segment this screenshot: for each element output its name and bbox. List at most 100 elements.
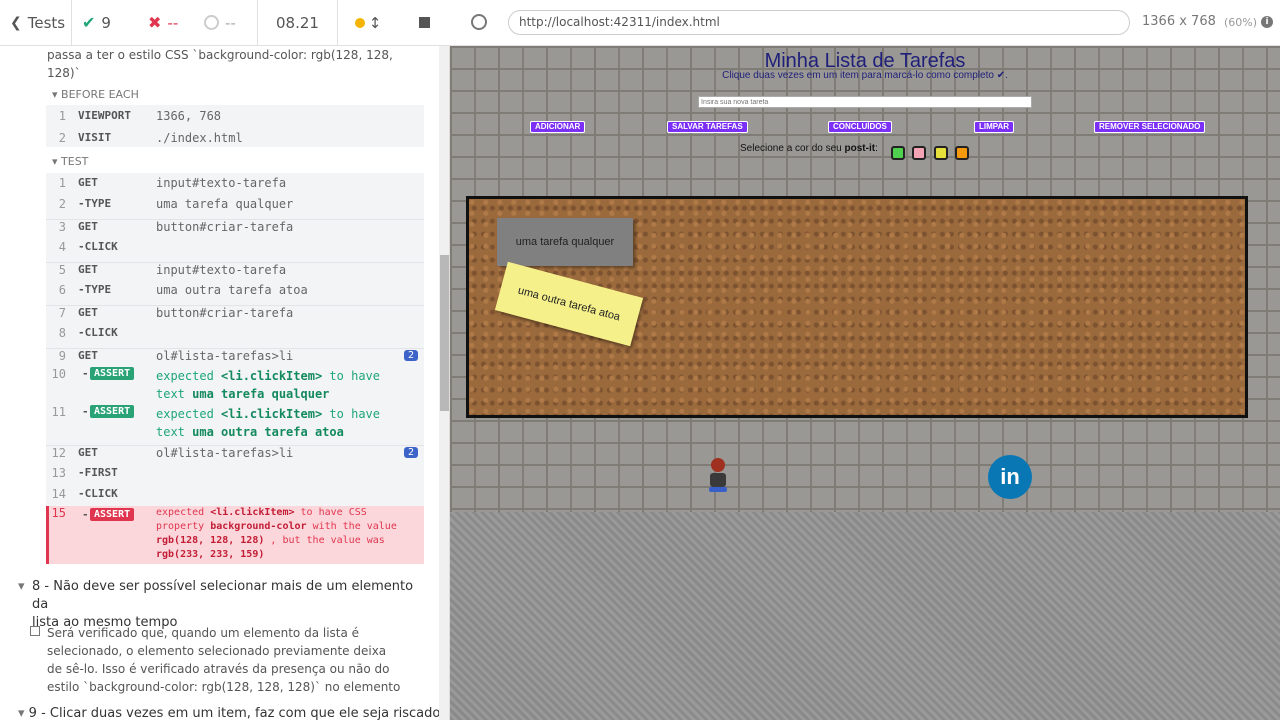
note-text: uma tarefa qualquer	[515, 236, 615, 248]
before-each-header[interactable]: ▾ BEFORE EACH	[52, 88, 139, 101]
character-avatar	[706, 458, 730, 494]
command-name: GET	[78, 220, 98, 233]
failed-count[interactable]: ✖ --	[138, 0, 194, 46]
command-row[interactable]: 7 GET button#criar-tarefa	[46, 305, 424, 323]
pending-count[interactable]: --	[194, 0, 258, 46]
command-name: GET	[78, 306, 98, 319]
add-task-button[interactable]: ADICIONAR	[530, 121, 586, 133]
url-field[interactable]: http://localhost:42311/index.html	[508, 10, 1130, 35]
linkedin-icon[interactable]: in	[988, 455, 1032, 499]
color-label-text: Selecione a cor do seu	[740, 143, 842, 154]
color-label-bold: post-it	[844, 143, 876, 154]
tests-back-button[interactable]: ❮ Tests	[0, 0, 72, 46]
save-tasks-button[interactable]: SALVAR TAREFAS	[667, 121, 748, 133]
completed-button[interactable]: CONCLUÍDOS	[828, 121, 892, 133]
assert-text: to have CSS	[300, 507, 367, 518]
passed-value: 9	[101, 13, 111, 32]
line-number: 14	[51, 487, 66, 501]
duration: 08.21	[258, 0, 338, 46]
command-name: -FIRST	[78, 466, 118, 479]
orange-swatch[interactable]	[955, 146, 969, 160]
command-row[interactable]: 14 -CLICK	[46, 487, 424, 505]
assert-text: expected	[156, 507, 205, 518]
post-it-note[interactable]: uma outra tarefa atoa	[494, 261, 644, 347]
command-row[interactable]: 6 -TYPE uma outra tarefa atoa	[46, 283, 424, 301]
duration-value: 08.21	[276, 13, 319, 32]
command-row[interactable]: 2 -TYPE uma tarefa qualquer	[46, 197, 424, 215]
command-row[interactable]: 12 GET ol#lista-tarefas>li 2	[46, 445, 424, 463]
assert-property: background-color	[210, 521, 307, 532]
assert-text: text	[156, 387, 185, 401]
command-arg: input#texto-tarefa	[156, 263, 287, 277]
assert-actual-value: rgb(233, 233, 159)	[156, 549, 265, 560]
test-header[interactable]: ▾ TEST	[52, 155, 88, 168]
previous-test-description: passa a ter o estilo CSS `background-col…	[47, 48, 393, 80]
task-input[interactable]	[698, 96, 1032, 108]
line-number: 4	[58, 240, 66, 254]
x-icon: ✖	[148, 13, 162, 32]
command-row[interactable]: 4 -CLICK	[46, 240, 424, 258]
command-arg: uma tarefa qualquer	[156, 197, 294, 211]
command-row[interactable]: 5 GET input#texto-tarefa	[46, 262, 424, 280]
test-item-9[interactable]: ▾ 9 - Clicar duas vezes em um item, faz …	[18, 706, 440, 720]
line-number: 13	[51, 466, 66, 480]
command-log: passa a ter o estilo CSS `background-col…	[0, 46, 440, 720]
assert-text: text	[156, 425, 185, 439]
line-number: 1	[58, 176, 66, 190]
line-number: 2	[58, 197, 66, 211]
command-row[interactable]: 1 GET input#texto-tarefa	[46, 176, 424, 194]
autoscroll-toggle[interactable]: ↕	[338, 0, 398, 46]
green-swatch[interactable]	[891, 146, 905, 160]
app-viewport: Minha Lista de Tarefas Clique duas vezes…	[450, 46, 1280, 720]
test-label: TEST	[61, 155, 89, 168]
pink-swatch[interactable]	[912, 146, 926, 160]
command-arg: ol#lista-tarefas>li	[156, 349, 294, 363]
assert-subject: <li.clickItem>	[221, 369, 323, 383]
before-each-block: 1 VIEWPORT 1366, 768 2 VISIT ./index.htm…	[46, 105, 424, 147]
command-row[interactable]: 2 VISIT ./index.html	[46, 131, 424, 149]
command-name: GET	[78, 349, 98, 362]
passed-count[interactable]: ✔ 9	[72, 0, 138, 46]
test8-description: Será verificado que, quando um elemento …	[47, 624, 427, 696]
command-row[interactable]: 1 VIEWPORT 1366, 768	[46, 109, 424, 127]
app-subtitle: Clique duas vezes em um item para marcá-…	[722, 70, 1008, 81]
assert-expected-value: rgb(128, 128, 128)	[156, 535, 265, 546]
line-number: 5	[58, 263, 66, 277]
pending-circle-icon	[204, 15, 219, 30]
assert-text: to have	[329, 407, 380, 421]
line-number: 1	[58, 109, 66, 123]
crosshair-icon[interactable]	[471, 14, 487, 30]
clear-button[interactable]: LIMPAR	[974, 121, 1015, 133]
status-dot-icon	[354, 17, 365, 28]
assert-badge: ASSERT	[90, 367, 135, 380]
assert-badge: ASSERT	[90, 508, 135, 521]
command-row[interactable]: 13 -FIRST	[46, 466, 424, 484]
assert-row[interactable]: 10 - ASSERT expected <li.clickItem> to h…	[46, 367, 424, 405]
command-name: -TYPE	[78, 283, 112, 296]
failed-assert-row[interactable]: 15 - ASSERT expected <li.clickItem> to h…	[46, 506, 424, 564]
caret-down-icon: ▾	[52, 155, 58, 168]
scrollbar-thumb[interactable]	[440, 255, 449, 411]
assert-value: uma tarefa qualquer	[192, 387, 330, 401]
command-name: GET	[78, 446, 98, 459]
runner-header: ❮ Tests ✔ 9 ✖ -- -- 08.21 ↕	[0, 0, 450, 46]
command-row[interactable]: 9 GET ol#lista-tarefas>li 2	[46, 348, 424, 366]
info-icon[interactable]: i	[1261, 16, 1273, 28]
line-number: 2	[58, 131, 66, 145]
line-number: 15	[51, 506, 66, 520]
command-name: VIEWPORT	[78, 109, 131, 122]
command-arg: 1366, 768	[156, 109, 222, 123]
assert-message: expected <li.clickItem> to have text uma…	[156, 405, 416, 441]
test-title: 9 - Clicar duas vezes em um item, faz co…	[28, 706, 440, 720]
post-it-note[interactable]: uma tarefa qualquer	[497, 218, 633, 266]
yellow-swatch[interactable]	[934, 146, 948, 160]
assert-text: expected	[156, 407, 214, 421]
assert-row[interactable]: 11 - ASSERT expected <li.clickItem> to h…	[46, 405, 424, 443]
remove-selected-button[interactable]: REMOVER SELECIONADO	[1094, 121, 1206, 133]
stop-button[interactable]	[398, 0, 450, 46]
note-text: uma outra tarefa atoa	[516, 284, 622, 324]
command-name: GET	[78, 176, 98, 189]
command-row[interactable]: 3 GET button#criar-tarefa	[46, 219, 424, 237]
assert-text: expected	[156, 369, 214, 383]
command-row[interactable]: 8 -CLICK	[46, 326, 424, 344]
